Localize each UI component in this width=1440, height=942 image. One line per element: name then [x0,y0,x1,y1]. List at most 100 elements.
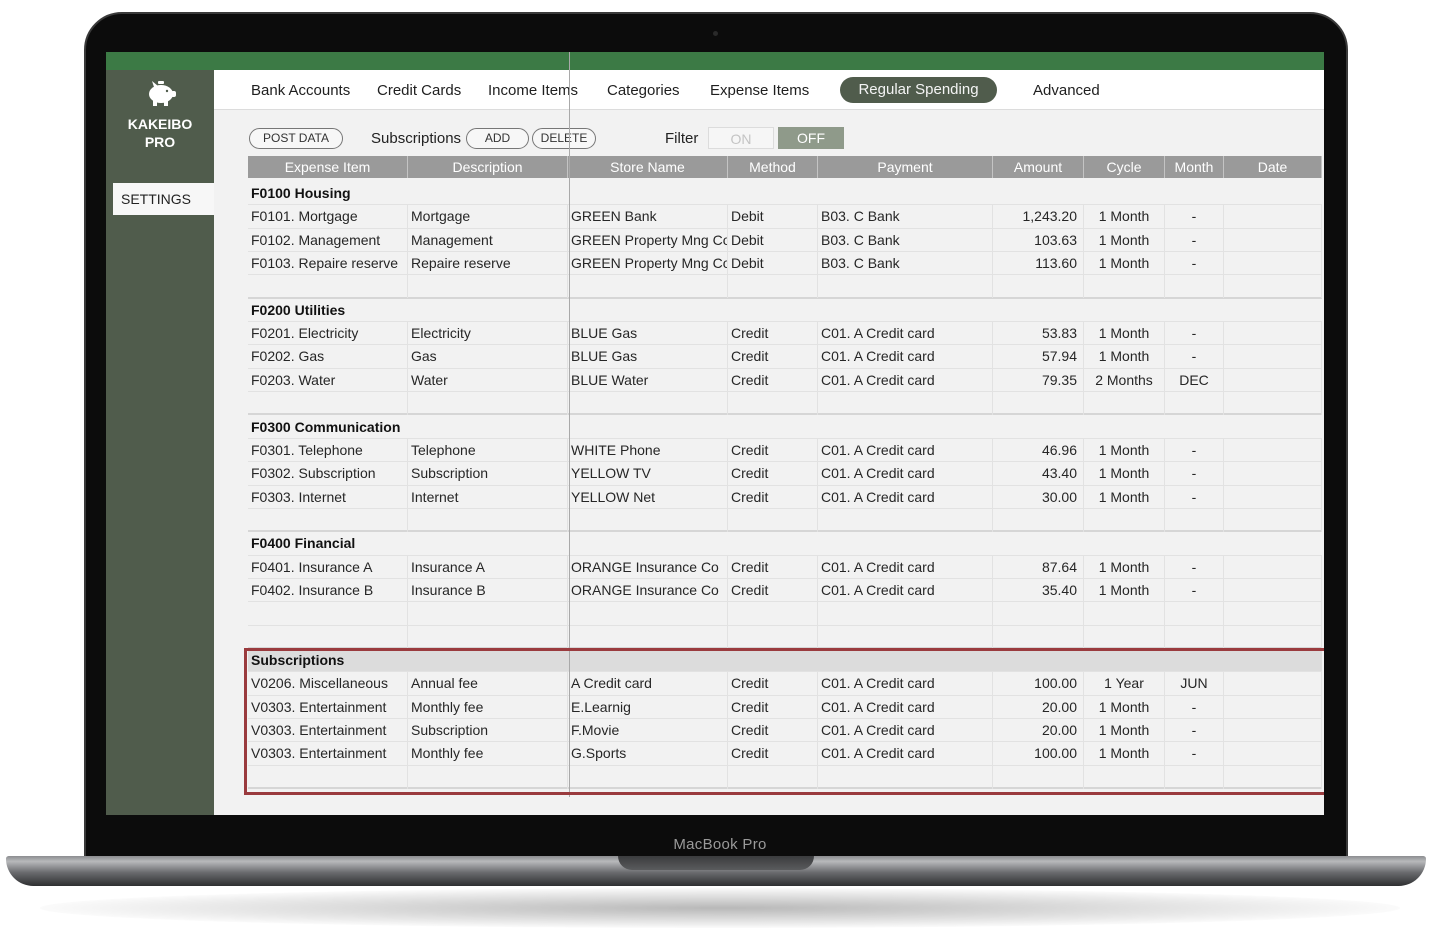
cell-amount[interactable]: 57.94 [993,345,1084,369]
cell-store-name[interactable]: BLUE Gas [568,345,728,369]
cell-amount[interactable]: 1,243.20 [993,205,1084,229]
column-header-month[interactable]: Month [1165,156,1224,178]
cell-description[interactable]: Management [408,228,568,252]
cell-cycle[interactable]: 1 Month [1084,485,1165,509]
cell-month[interactable]: DEC [1165,368,1224,392]
settings-tab[interactable]: SETTINGS [113,183,214,215]
cell-cycle[interactable]: 1 Month [1084,345,1165,369]
delete-button[interactable]: DELETE [532,128,596,149]
cell-store-name[interactable]: BLUE Water [568,368,728,392]
cell-payment[interactable]: B03. C Bank [818,205,993,229]
cell-month[interactable] [1165,275,1224,299]
cell-payment[interactable]: C01. A Credit card [818,322,993,346]
cell-cycle[interactable]: 1 Month [1084,438,1165,462]
cell-amount[interactable] [993,508,1084,532]
cell-cycle[interactable]: 1 Month [1084,555,1165,579]
cell-store-name[interactable]: GREEN Property Mng Co [568,252,728,276]
cell-method[interactable] [728,508,818,532]
cell-payment[interactable]: B03. C Bank [818,252,993,276]
cell-store-name[interactable]: GREEN Bank [568,205,728,229]
cell-month[interactable] [1165,625,1224,649]
cell-amount[interactable] [993,392,1084,416]
cell-month[interactable]: - [1165,345,1224,369]
cell-expense-item[interactable]: F0202. Gas [248,345,408,369]
cell-cycle[interactable] [1084,625,1165,649]
cell-date[interactable] [1224,275,1322,299]
cell-date[interactable] [1224,205,1322,229]
cell-cycle[interactable]: 1 Month [1084,205,1165,229]
cell-month[interactable]: - [1165,462,1224,486]
cell-expense-item[interactable] [248,625,408,649]
cell-expense-item[interactable]: F0103. Repaire reserve [248,252,408,276]
cell-amount[interactable]: 87.64 [993,555,1084,579]
column-header-expense-item[interactable]: Expense Item [248,156,408,178]
cell-cycle[interactable]: 1 Month [1084,578,1165,602]
cell-month[interactable]: - [1165,252,1224,276]
cell-payment[interactable]: C01. A Credit card [818,368,993,392]
cell-description[interactable]: Mortgage [408,205,568,229]
cell-expense-item[interactable] [248,508,408,532]
cell-date[interactable] [1224,462,1322,486]
cell-method[interactable] [728,392,818,416]
cell-store-name[interactable]: GREEN Property Mng Co [568,228,728,252]
cell-cycle[interactable]: 1 Month [1084,462,1165,486]
cell-description[interactable]: Subscription [408,462,568,486]
cell-method[interactable]: Credit [728,345,818,369]
nav-categories[interactable]: Categories [607,82,680,99]
cell-cycle[interactable] [1084,392,1165,416]
add-button[interactable]: ADD [466,128,529,149]
cell-month[interactable] [1165,392,1224,416]
cell-method[interactable]: Debit [728,252,818,276]
cell-method[interactable]: Credit [728,485,818,509]
post-data-button[interactable]: POST DATA [249,128,343,149]
column-header-description[interactable]: Description [408,156,568,178]
cell-date[interactable] [1224,438,1322,462]
cell-month[interactable]: - [1165,205,1224,229]
cell-month[interactable]: - [1165,578,1224,602]
cell-expense-item[interactable] [248,392,408,416]
cell-date[interactable] [1224,602,1322,626]
cell-store-name[interactable]: YELLOW Net [568,485,728,509]
cell-store-name[interactable]: BLUE Gas [568,322,728,346]
cell-description[interactable]: Insurance A [408,555,568,579]
cell-payment[interactable]: C01. A Credit card [818,438,993,462]
cell-cycle[interactable] [1084,508,1165,532]
cell-date[interactable] [1224,625,1322,649]
cell-amount[interactable] [993,602,1084,626]
cell-amount[interactable]: 103.63 [993,228,1084,252]
cell-date[interactable] [1224,578,1322,602]
cell-description[interactable] [408,392,568,416]
cell-description[interactable]: Gas [408,345,568,369]
column-header-cycle[interactable]: Cycle [1084,156,1165,178]
cell-expense-item[interactable]: F0101. Mortgage [248,205,408,229]
nav-regular-spending[interactable]: Regular Spending [840,77,997,103]
cell-expense-item[interactable] [248,275,408,299]
cell-expense-item[interactable]: F0302. Subscription [248,462,408,486]
cell-month[interactable]: - [1165,322,1224,346]
cell-method[interactable]: Debit [728,205,818,229]
column-header-store-name[interactable]: Store Name [568,156,728,178]
nav-credit-cards[interactable]: Credit Cards [377,82,461,99]
column-header-payment[interactable]: Payment [818,156,993,178]
cell-description[interactable]: Telephone [408,438,568,462]
cell-cycle[interactable]: 2 Months [1084,368,1165,392]
cell-expense-item[interactable]: F0303. Internet [248,485,408,509]
cell-method[interactable]: Credit [728,438,818,462]
nav-income-items[interactable]: Income Items [488,82,578,99]
nav-expense-items[interactable]: Expense Items [710,82,809,99]
filter-off-toggle[interactable]: OFF [778,127,844,149]
cell-method[interactable]: Credit [728,578,818,602]
cell-method[interactable]: Credit [728,555,818,579]
column-header-date[interactable]: Date [1224,156,1322,178]
cell-amount[interactable] [993,625,1084,649]
cell-amount[interactable] [993,275,1084,299]
cell-amount[interactable]: 35.40 [993,578,1084,602]
cell-description[interactable]: Water [408,368,568,392]
cell-expense-item[interactable]: F0301. Telephone [248,438,408,462]
filter-on-toggle[interactable]: ON [708,127,774,149]
cell-amount[interactable]: 30.00 [993,485,1084,509]
cell-payment[interactable] [818,508,993,532]
column-header-amount[interactable]: Amount [993,156,1084,178]
cell-amount[interactable]: 46.96 [993,438,1084,462]
cell-month[interactable]: - [1165,485,1224,509]
